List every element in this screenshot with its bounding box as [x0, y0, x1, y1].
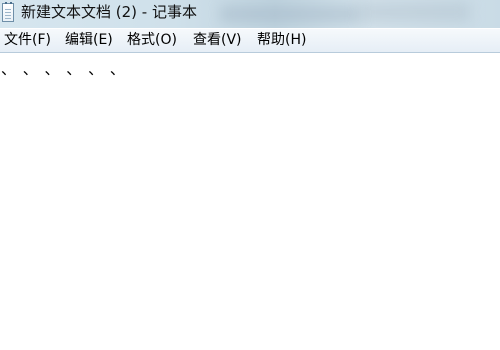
blurred-background-region	[220, 6, 360, 22]
menu-format[interactable]: 格式(O)	[127, 29, 177, 52]
menu-file[interactable]: 文件(F)	[4, 29, 51, 52]
editor-content[interactable]: 、 、 、 、 、 、	[1, 60, 126, 78]
title-bar[interactable]: 新建文本文档 (2) - 记事本	[0, 0, 500, 28]
menu-bar: 文件(F) 编辑(E) 格式(O) 查看(V) 帮助(H)	[0, 29, 500, 53]
notepad-icon[interactable]	[2, 2, 14, 22]
menu-edit[interactable]: 编辑(E)	[65, 29, 113, 52]
blurred-background-region	[360, 2, 470, 22]
menu-view[interactable]: 查看(V)	[193, 29, 242, 52]
menu-help[interactable]: 帮助(H)	[257, 29, 306, 52]
text-editor-area[interactable]: 、 、 、 、 、 、	[0, 54, 500, 350]
notepad-window: 新建文本文档 (2) - 记事本 文件(F) 编辑(E) 格式(O) 查看(V)…	[0, 0, 500, 350]
window-title: 新建文本文档 (2) - 记事本	[21, 3, 197, 21]
